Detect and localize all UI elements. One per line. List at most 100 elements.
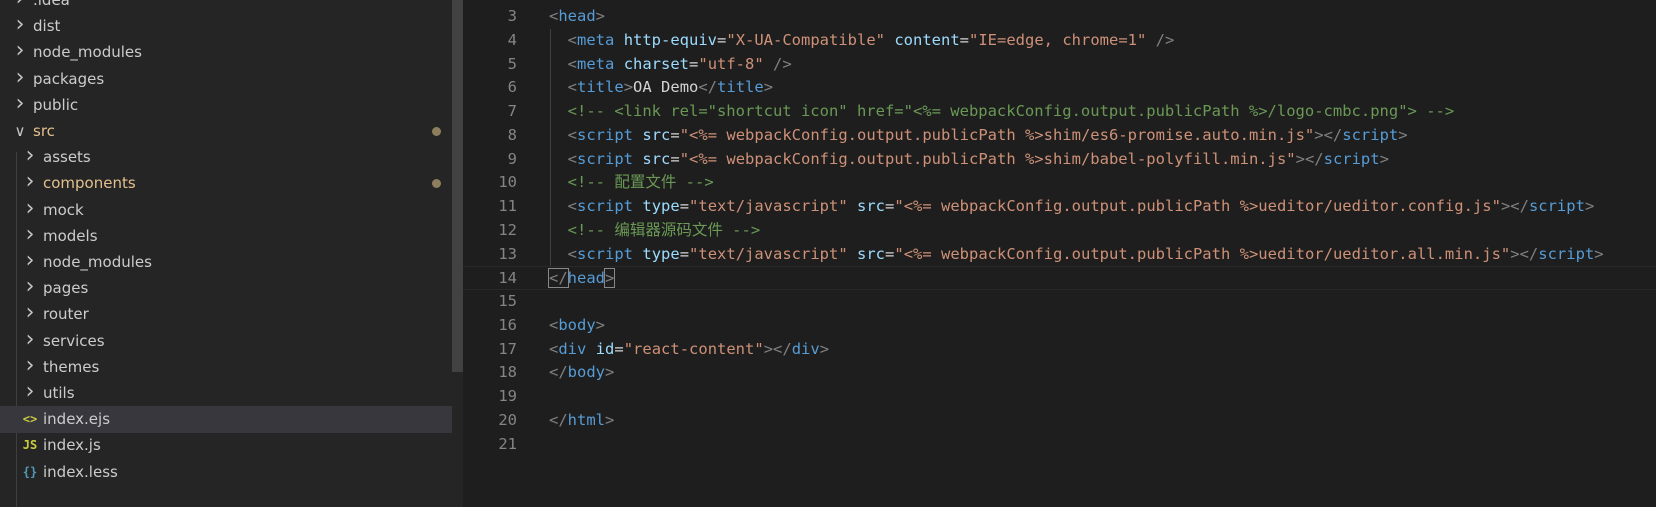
- code-text: <meta charset="utf-8" />: [549, 53, 792, 77]
- code-token: src: [642, 149, 671, 168]
- code-token: http-equiv: [623, 30, 718, 49]
- code-token: charset: [623, 54, 690, 73]
- tree-item-label: themes: [43, 357, 100, 376]
- code-token: =: [689, 54, 699, 73]
- chevron-right-icon: ›: [25, 352, 35, 378]
- line-number: 11: [498, 197, 517, 215]
- code-line[interactable]: 5 <meta charset="utf-8" />: [463, 52, 1656, 77]
- code-token: "react-content": [623, 339, 764, 358]
- code-token: ></: [1295, 149, 1324, 168]
- code-token: =: [614, 339, 624, 358]
- code-token: "<%= webpackConfig.output.publicPath %>u…: [894, 244, 1511, 263]
- chevron-right-icon: ›: [25, 379, 35, 404]
- line-number: 18: [498, 363, 517, 382]
- folder-item[interactable]: › utils: [0, 380, 452, 407]
- code-token: <!-- 配置文件 -->: [567, 173, 714, 192]
- folder-item[interactable]: › mock: [0, 196, 452, 224]
- folder-item[interactable]: › public: [0, 91, 452, 119]
- code-editor[interactable]: 3 <head> 4 <meta http-equiv="X-UA-Compatib…: [463, 0, 1656, 507]
- tree-item-label: .idea: [33, 0, 70, 9]
- chevron-right-icon: ›: [25, 143, 35, 169]
- code-line[interactable]: 4 <meta http-equiv="X-UA-Compatible" con…: [463, 28, 1656, 53]
- code-token: "X-UA-Compatible": [726, 30, 885, 49]
- file-item[interactable]: JS index.js: [0, 432, 452, 459]
- folder-item[interactable]: ∨ src: [0, 118, 452, 145]
- folder-item[interactable]: › node_modules: [0, 39, 452, 66]
- code-line[interactable]: 8 <script src="<%= webpackConfig.output.…: [463, 123, 1656, 148]
- tree-item-label: mock: [43, 200, 84, 219]
- code-text: <script type="text/javascript" src="<%= …: [549, 195, 1595, 219]
- code-token: =: [679, 197, 690, 215]
- code-token: head: [558, 7, 596, 25]
- code-token: content: [894, 30, 960, 49]
- code-line[interactable]: 7 <!-- <link rel="shortcut icon" href="<…: [463, 100, 1656, 124]
- code-token: src: [857, 244, 886, 263]
- code-token: >: [623, 78, 634, 97]
- line-number: 3: [507, 7, 517, 25]
- code-token: script: [1538, 244, 1595, 263]
- code-line[interactable]: 13 <script type="text/javascript" src="<…: [463, 242, 1656, 267]
- code-token: </: [549, 363, 568, 382]
- code-line[interactable]: 21: [463, 433, 1656, 457]
- folder-item[interactable]: › themes: [0, 352, 452, 381]
- code-line[interactable]: 18 </body>: [463, 361, 1656, 385]
- code-line[interactable]: 6 <title>OA Demo</title>: [463, 76, 1656, 100]
- tree-item-label: router: [43, 305, 89, 324]
- code-line[interactable]: 11 <script type="text/javascript" src="<…: [463, 195, 1656, 219]
- code-token: ></: [763, 339, 792, 358]
- line-number: 9: [507, 149, 517, 168]
- code-token: meta: [577, 54, 615, 73]
- code-line[interactable]: 15: [463, 290, 1656, 314]
- code-token: title: [717, 78, 764, 97]
- code-text: <!-- <link rel="shortcut icon" href="<%=…: [549, 100, 1455, 124]
- code-token: >: [605, 363, 615, 382]
- code-token: <!-- <link rel="shortcut icon" href="<%=…: [567, 102, 1455, 120]
- code-token: <: [567, 244, 578, 263]
- code-line[interactable]: 17 <div id="react-content"></div>: [463, 338, 1656, 362]
- code-line[interactable]: 19: [463, 385, 1656, 409]
- vscode-window: ›.idea›dist›node_modules›packages›public…: [0, 0, 1656, 507]
- code-text: <head>: [549, 5, 605, 29]
- file-item[interactable]: {} index.less: [0, 459, 452, 486]
- code-line[interactable]: 12 <!-- 编辑器源码文件 -->: [463, 218, 1656, 243]
- line-number: 7: [507, 102, 517, 120]
- tree-item-label: assets: [43, 148, 91, 167]
- code-token: ></: [1314, 125, 1343, 144]
- folder-item[interactable]: › router: [0, 301, 452, 328]
- folder-item[interactable]: › pages: [0, 275, 452, 302]
- code-text: <meta http-equiv="X-UA-Compatible" conte…: [549, 29, 1175, 53]
- folder-item[interactable]: › packages: [0, 65, 452, 93]
- code-line[interactable]: 10 <!-- 配置文件 -->: [463, 171, 1656, 195]
- folder-item[interactable]: › node_modules: [0, 249, 452, 276]
- code-text: <div id="react-content"></div>: [549, 338, 829, 362]
- tree-item-label: utils: [43, 384, 75, 402]
- tree-item-label: index.less: [43, 462, 118, 481]
- code-line[interactable]: 20 </html>: [463, 409, 1656, 433]
- file-item[interactable]: <> index.ejs: [0, 406, 452, 434]
- explorer-scrollbar[interactable]: [452, 0, 463, 372]
- code-line[interactable]: 14 </head>: [463, 266, 1656, 290]
- code-text: </html>: [549, 409, 614, 433]
- folder-item[interactable]: ›.idea: [0, 0, 452, 14]
- code-line[interactable]: 3 <head>: [463, 5, 1656, 29]
- line-number: 8: [507, 125, 517, 144]
- code-line[interactable]: 16 <body>: [463, 314, 1656, 338]
- ejs-file-icon: <>: [22, 412, 38, 427]
- folder-item[interactable]: › services: [0, 327, 452, 355]
- code-line[interactable]: 9 <script src="<%= webpackConfig.output.…: [463, 147, 1656, 172]
- code-token: </: [698, 78, 718, 97]
- code-token: >: [1398, 125, 1408, 144]
- folder-item[interactable]: › assets: [0, 144, 452, 171]
- folder-item[interactable]: › models: [0, 222, 452, 250]
- code-token: script: [577, 244, 634, 263]
- line-number: 19: [498, 387, 517, 405]
- line-number: 6: [507, 78, 517, 97]
- folder-item[interactable]: › components: [0, 170, 452, 197]
- folder-item[interactable]: › dist: [0, 13, 452, 40]
